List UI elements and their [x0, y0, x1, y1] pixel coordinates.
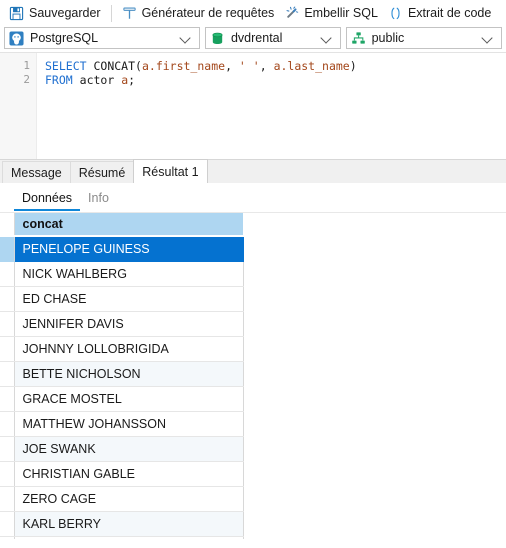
code-token: ' '	[238, 59, 260, 73]
schema-select-value: public	[371, 31, 405, 45]
grid-header: concat	[0, 213, 243, 237]
result-grid-container[interactable]: concat PENELOPE GUINESS NICK WAHLBERG ED C…	[0, 213, 506, 539]
beautify-sql-button[interactable]: Embellir SQL	[279, 2, 383, 24]
row-header-corner	[0, 213, 15, 237]
grid-cell[interactable]: JOE SWANK	[14, 436, 244, 462]
code-token: )	[349, 59, 357, 73]
subtab-donnees[interactable]: Données	[14, 191, 81, 211]
grid-cell[interactable]: JOHNNY LOLLOBRIGIDA	[14, 336, 244, 362]
sql-editor[interactable]: 1 2 SELECT CONCAT(a.first_name, ' ', a.l…	[0, 52, 506, 159]
row-header-cell[interactable]	[0, 386, 15, 412]
table-row[interactable]: JENNIFER DAVIS	[0, 311, 244, 337]
grid-cell[interactable]: CHRISTIAN GABLE	[14, 461, 244, 487]
result-grid: concat PENELOPE GUINESS NICK WAHLBERG ED C…	[0, 213, 244, 539]
line-number-gutter: 1 2	[0, 53, 37, 159]
row-header-cell[interactable]	[0, 236, 15, 262]
beautify-sql-label: Embellir SQL	[304, 5, 378, 20]
table-row[interactable]: NICK WAHLBERG	[0, 261, 244, 287]
chevron-down-icon	[179, 31, 193, 45]
driver-select[interactable]: PostgreSQL	[4, 27, 200, 49]
code-token: CONCAT	[93, 59, 136, 73]
tab-resume[interactable]: Résumé	[69, 161, 135, 183]
chevron-down-icon	[320, 31, 334, 45]
code-snippet-label: Extrait de code	[407, 5, 492, 20]
chevron-down-icon	[481, 31, 495, 45]
table-row[interactable]: JOE SWANK	[0, 436, 244, 462]
toolbar-divider	[110, 4, 112, 22]
row-header-cell[interactable]	[0, 461, 15, 487]
code-token: (	[135, 59, 142, 73]
grid-cell[interactable]: KARL BERRY	[14, 511, 244, 537]
sql-code-text[interactable]: SELECT CONCAT(a.first_name, ' ', a.last_…	[45, 59, 506, 87]
table-row[interactable]: BETTE NICHOLSON	[0, 361, 244, 387]
grid-body: PENELOPE GUINESS NICK WAHLBERG ED CHASE JEN…	[0, 236, 244, 539]
table-row[interactable]: GRACE MOSTEL	[0, 386, 244, 412]
code-token: ;	[128, 73, 136, 87]
row-header-cell[interactable]	[0, 511, 15, 537]
grid-cell[interactable]: GRACE MOSTEL	[14, 386, 244, 412]
schema-select[interactable]: public	[345, 27, 502, 49]
grid-cell[interactable]: PENELOPE GUINESS	[14, 236, 244, 262]
code-token: SELECT	[45, 59, 87, 73]
postgresql-icon	[9, 30, 24, 46]
result-sub-tabs: Données Info	[0, 183, 506, 213]
grid-cell[interactable]: BETTE NICHOLSON	[14, 361, 244, 387]
save-icon	[9, 6, 24, 21]
database-select-value: dvdrental	[230, 31, 283, 45]
row-header-cell[interactable]	[0, 336, 15, 362]
code-snippet-icon	[388, 6, 403, 21]
grid-cell[interactable]: ED CHASE	[14, 286, 244, 312]
grid-cell[interactable]: NICK WAHLBERG	[14, 261, 244, 287]
line-number: 2	[23, 73, 30, 86]
connection-bar: PostgreSQL dvdrental public	[0, 26, 506, 52]
grid-cell[interactable]: MATTHEW JOHANSSON	[14, 411, 244, 437]
table-row[interactable]: UMA WOOD	[0, 536, 244, 539]
subtab-info[interactable]: Info	[80, 191, 117, 211]
driver-select-value: PostgreSQL	[30, 31, 99, 45]
query-builder-icon	[122, 6, 137, 21]
schema-icon	[351, 31, 366, 46]
table-row[interactable]: CHRISTIAN GABLE	[0, 461, 244, 487]
column-header-concat[interactable]: concat	[14, 213, 243, 237]
magic-wand-icon	[284, 6, 299, 21]
code-token: ,	[225, 59, 239, 73]
code-snippet-button[interactable]: Extrait de code	[383, 2, 496, 24]
line-number: 1	[23, 59, 30, 72]
save-button[interactable]: Sauvegarder	[4, 2, 106, 24]
code-token: a.first_name	[141, 59, 226, 73]
row-header-cell[interactable]	[0, 311, 15, 337]
code-token: FROM	[45, 73, 73, 87]
code-line: FROM actor a;	[45, 73, 506, 87]
query-builder-label: Générateur de requêtes	[141, 5, 275, 20]
row-header-cell[interactable]	[0, 411, 15, 437]
table-row[interactable]: JOHNNY LOLLOBRIGIDA	[0, 336, 244, 362]
result-tabs: Message Résumé Résultat 1	[0, 159, 506, 183]
row-header-cell[interactable]	[0, 361, 15, 387]
table-row[interactable]: MATTHEW JOHANSSON	[0, 411, 244, 437]
code-line: SELECT CONCAT(a.first_name, ' ', a.last_…	[45, 59, 506, 73]
code-token: a.last_name	[273, 59, 350, 73]
database-select[interactable]: dvdrental	[204, 27, 341, 49]
database-icon	[210, 31, 225, 46]
table-row[interactable]: ZERO CAGE	[0, 486, 244, 512]
row-header-cell[interactable]	[0, 286, 15, 312]
grid-cell[interactable]: UMA WOOD	[14, 536, 244, 539]
grid-cell[interactable]: ZERO CAGE	[14, 486, 244, 512]
row-header-cell[interactable]	[0, 261, 15, 287]
main-toolbar: Sauvegarder Générateur de requêtes Embel…	[0, 0, 506, 26]
table-row[interactable]: KARL BERRY	[0, 511, 244, 537]
row-header-cell[interactable]	[0, 536, 15, 539]
save-button-label: Sauvegarder	[29, 5, 101, 20]
tab-resultat-1[interactable]: Résultat 1	[133, 159, 208, 183]
table-row[interactable]: PENELOPE GUINESS	[0, 236, 244, 262]
table-row[interactable]: ED CHASE	[0, 286, 244, 312]
code-token: ,	[259, 59, 274, 73]
tab-message[interactable]: Message	[2, 161, 71, 183]
grid-cell[interactable]: JENNIFER DAVIS	[14, 311, 244, 337]
row-header-cell[interactable]	[0, 486, 15, 512]
row-header-cell[interactable]	[0, 436, 15, 462]
query-builder-button[interactable]: Générateur de requêtes	[117, 2, 280, 24]
code-token: actor	[79, 73, 115, 87]
